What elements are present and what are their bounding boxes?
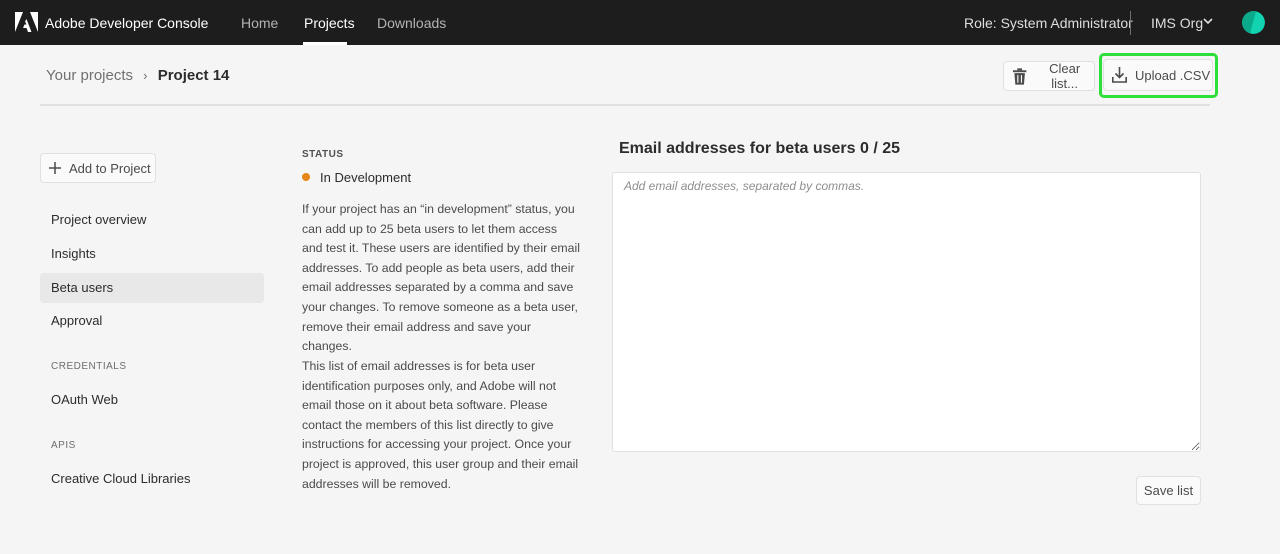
sidebar-heading-apis: APIS [51, 440, 76, 451]
top-navigation-bar: Adobe Developer Console Home Projects Do… [0, 0, 1280, 45]
org-switcher[interactable]: IMS Org [1151, 15, 1203, 31]
topbar-divider [1130, 11, 1131, 35]
sidebar-item-beta-users[interactable]: Beta users [40, 273, 264, 303]
sidebar-item-oauth-web[interactable]: OAuth Web [40, 385, 264, 415]
save-list-button[interactable]: Save list [1136, 476, 1201, 505]
avatar[interactable] [1242, 11, 1265, 34]
upload-csv-label: Upload .CSV [1135, 67, 1211, 83]
breadcrumb-your-projects[interactable]: Your projects [46, 67, 133, 84]
sidebar-heading-credentials: CREDENTIALS [51, 361, 127, 372]
plus-icon [49, 162, 61, 174]
sidebar-item-creative-cloud-libraries[interactable]: Creative Cloud Libraries [40, 464, 264, 494]
sidebar-item-insights[interactable]: Insights [40, 239, 264, 269]
download-icon [1112, 67, 1127, 83]
email-addresses-input[interactable] [612, 172, 1201, 452]
breadcrumb-separator: › [143, 68, 148, 83]
nav-downloads[interactable]: Downloads [377, 15, 446, 31]
app-title[interactable]: Adobe Developer Console [45, 15, 208, 31]
adobe-logo-icon[interactable] [15, 12, 38, 32]
status-heading: STATUS [302, 149, 344, 160]
chevron-down-icon[interactable] [1203, 17, 1213, 25]
user-role: Role: System Administrator [964, 15, 1133, 31]
active-nav-indicator [303, 42, 347, 45]
beta-users-description: If your project has an “in development” … [302, 202, 580, 354]
status-badge: In Development [320, 170, 412, 185]
breadcrumb-current-project: Project 14 [157, 67, 230, 84]
nav-home[interactable]: Home [241, 15, 278, 31]
breadcrumb: Your projects › Project 14 [46, 67, 229, 84]
beta-users-disclaimer: This list of email addresses is for beta… [302, 359, 579, 491]
sidebar-item-project-overview[interactable]: Project overview [40, 205, 264, 235]
header-divider [40, 104, 1210, 106]
clear-list-button[interactable]: Clear list... [1003, 61, 1095, 91]
nav-projects[interactable]: Projects [304, 15, 355, 31]
add-to-project-label: Add to Project [69, 160, 151, 176]
avatar-icon [1242, 11, 1265, 34]
sidebar-item-approval[interactable]: Approval [40, 306, 264, 336]
status-indicator-dot [302, 173, 310, 181]
trash-icon [1012, 67, 1027, 85]
add-to-project-button[interactable]: Add to Project [40, 153, 156, 183]
clear-list-label: Clear list... [1049, 61, 1081, 91]
upload-csv-button[interactable]: Upload .CSV [1103, 59, 1213, 91]
email-list-title: Email addresses for beta users 0 / 25 [619, 140, 901, 157]
